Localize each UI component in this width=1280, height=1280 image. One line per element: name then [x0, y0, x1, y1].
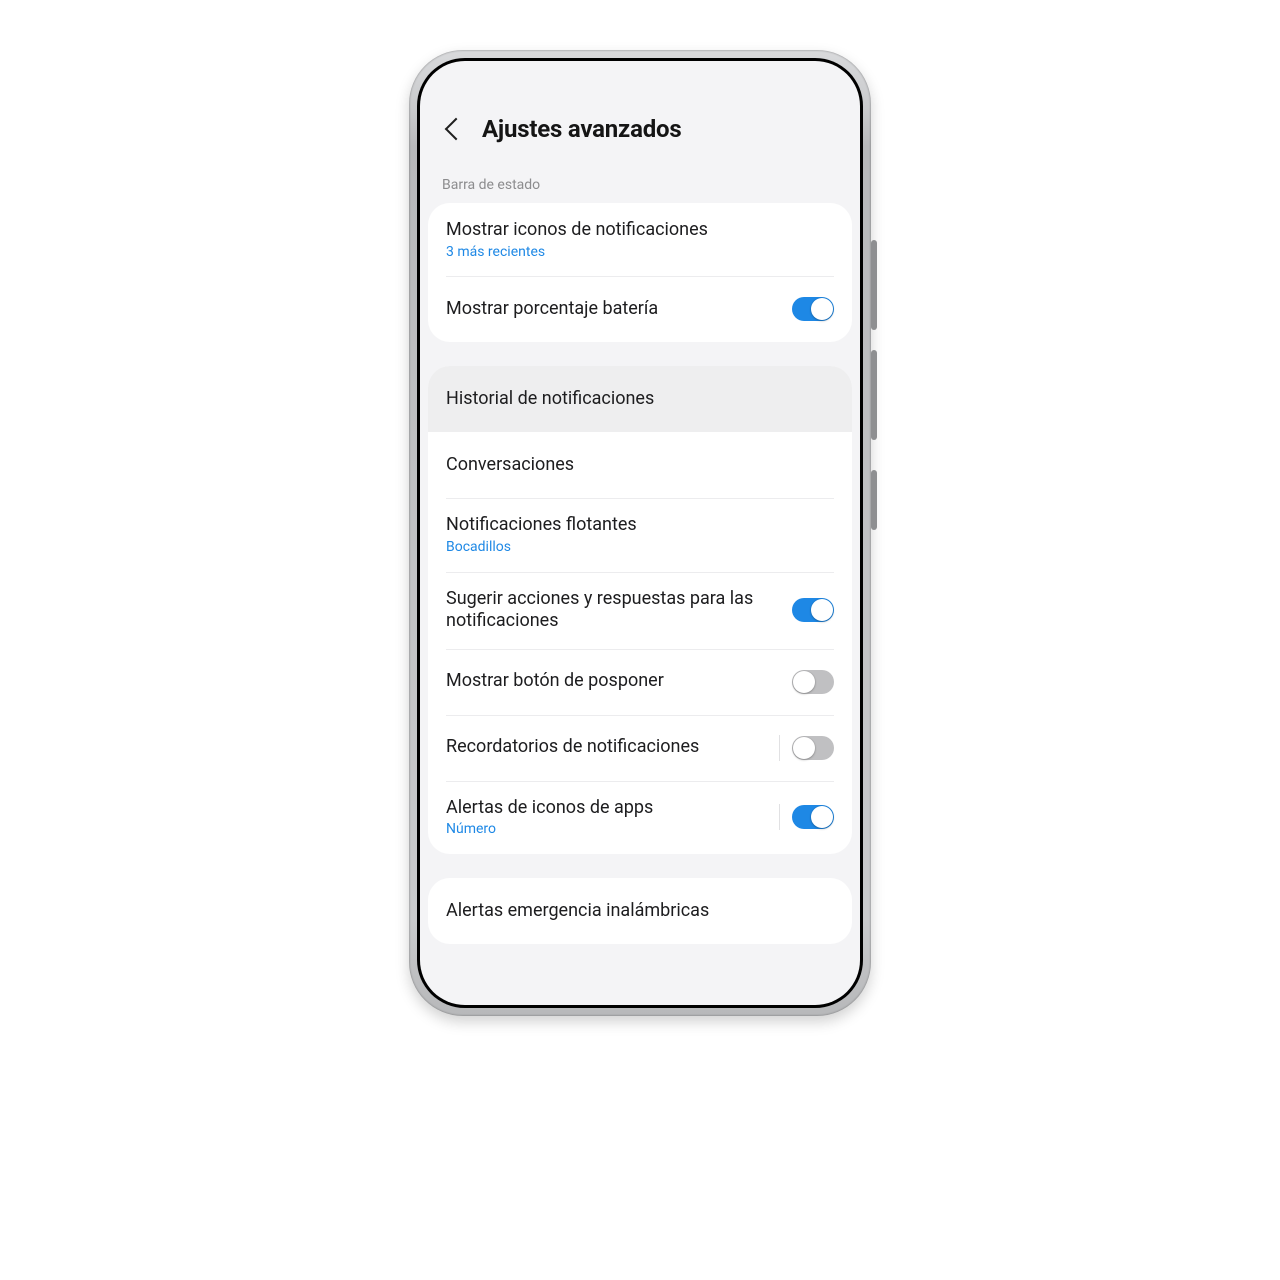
row-show-notification-icons[interactable]: Mostrar iconos de notificaciones 3 más r…	[428, 203, 852, 276]
row-title: Mostrar porcentaje batería	[446, 298, 792, 321]
row-app-icon-badges[interactable]: Alertas de iconos de apps Número	[428, 781, 852, 854]
row-title: Alertas emergencia inalámbricas	[446, 900, 834, 923]
row-conversations[interactable]: Conversaciones	[428, 432, 852, 498]
toggle-notification-reminders[interactable]	[792, 736, 834, 760]
toggle-show-battery-percent[interactable]	[792, 297, 834, 321]
row-title: Conversaciones	[446, 454, 834, 477]
row-show-snooze[interactable]: Mostrar botón de posponer	[428, 649, 852, 715]
row-notification-history[interactable]: Historial de notificaciones	[428, 366, 852, 432]
row-title: Mostrar botón de posponer	[446, 670, 792, 693]
toggle-suggest-actions[interactable]	[792, 598, 834, 622]
separator	[779, 735, 780, 761]
row-title: Recordatorios de notificaciones	[446, 736, 779, 759]
card-notifications: Historial de notificaciones Conversacion…	[428, 366, 852, 854]
row-notification-reminders[interactable]: Recordatorios de notificaciones	[428, 715, 852, 781]
row-show-battery-percent[interactable]: Mostrar porcentaje batería	[428, 276, 852, 342]
section-label-status-bar: Barra de estado	[420, 171, 860, 203]
side-button	[871, 240, 877, 330]
toggle-show-snooze[interactable]	[792, 670, 834, 694]
separator	[779, 804, 780, 830]
row-suggest-actions[interactable]: Sugerir acciones y respuestas para las n…	[428, 572, 852, 649]
phone-frame: Ajustes avanzados Barra de estado Mostra…	[409, 50, 871, 1016]
row-title: Alertas de iconos de apps	[446, 797, 779, 820]
row-subtitle: 3 más recientes	[446, 244, 834, 261]
row-title: Mostrar iconos de notificaciones	[446, 219, 834, 242]
side-button	[871, 470, 877, 530]
row-subtitle: Número	[446, 821, 779, 838]
side-button	[871, 350, 877, 440]
toggle-app-icon-badges[interactable]	[792, 805, 834, 829]
screen: Ajustes avanzados Barra de estado Mostra…	[420, 61, 860, 1005]
back-icon[interactable]	[445, 118, 468, 141]
card-status-bar: Mostrar iconos de notificaciones 3 más r…	[428, 203, 852, 342]
card-emergency: Alertas emergencia inalámbricas	[428, 878, 852, 944]
row-wireless-emergency-alerts[interactable]: Alertas emergencia inalámbricas	[428, 878, 852, 944]
page-title: Ajustes avanzados	[482, 115, 682, 143]
row-title: Historial de notificaciones	[446, 388, 834, 411]
row-title: Sugerir acciones y respuestas para las n…	[446, 588, 792, 633]
app-header: Ajustes avanzados	[420, 61, 860, 171]
row-title: Notificaciones flotantes	[446, 514, 834, 537]
row-floating-notifications[interactable]: Notificaciones flotantes Bocadillos	[428, 498, 852, 571]
row-subtitle: Bocadillos	[446, 539, 834, 556]
